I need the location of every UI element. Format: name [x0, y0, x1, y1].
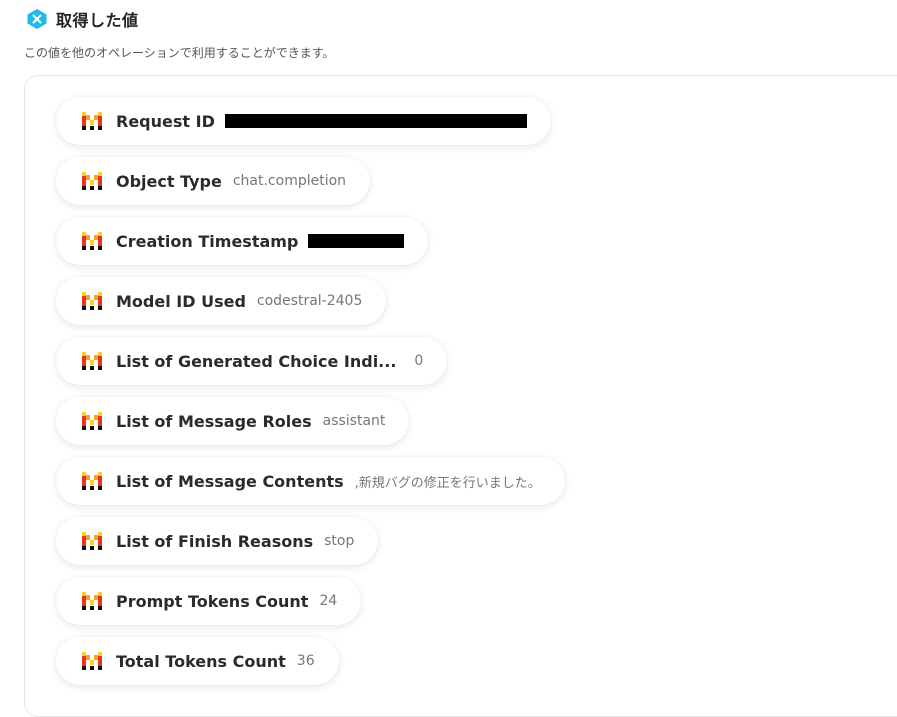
value-item-object-type[interactable]: Object Type chat.completion [56, 157, 371, 205]
mistral-m-icon [82, 112, 102, 130]
value-item-choice-indices[interactable]: List of Generated Choice Indi... 0 [56, 337, 448, 385]
item-value: 0 [414, 353, 424, 369]
item-value: 36 [296, 653, 315, 669]
item-label: List of Message Roles [116, 411, 312, 431]
item-label: Creation Timestamp [116, 231, 299, 251]
redacted-value [308, 234, 405, 248]
item-value: chat.completion [232, 173, 347, 189]
page-subtitle: この値を他のオペレーションで利用することができます。 [24, 46, 335, 60]
value-item-creation-timestamp[interactable]: Creation Timestamp [56, 217, 429, 265]
value-item-finish-reasons[interactable]: List of Finish Reasons stop [56, 517, 379, 565]
header: 取得した値 [26, 8, 139, 30]
mistral-m-icon [82, 532, 102, 550]
mistral-m-icon [82, 352, 102, 370]
item-label: Total Tokens Count [116, 651, 286, 671]
page-title: 取得した値 [56, 11, 139, 30]
item-label: Object Type [116, 171, 222, 191]
value-item-request-id[interactable]: Request ID [56, 97, 551, 145]
mistral-m-icon [82, 652, 102, 670]
item-value: assistant [322, 413, 386, 429]
item-label: Request ID [116, 111, 215, 131]
item-value: stop [324, 533, 355, 549]
item-value: codestral-2405 [256, 293, 363, 309]
value-item-model-id[interactable]: Model ID Used codestral-2405 [56, 277, 387, 325]
mistral-m-icon [82, 412, 102, 430]
value-item-message-roles[interactable]: List of Message Roles assistant [56, 397, 410, 445]
redacted-value [224, 114, 527, 128]
mistral-m-icon [82, 172, 102, 190]
mistral-m-icon [82, 232, 102, 250]
mistral-m-icon [82, 292, 102, 310]
item-label: List of Generated Choice Indi... [116, 351, 397, 371]
value-item-total-tokens[interactable]: Total Tokens Count 36 [56, 637, 339, 685]
mistral-m-icon [82, 592, 102, 610]
item-label: Prompt Tokens Count [116, 591, 309, 611]
x-badge-icon [27, 9, 47, 29]
value-list: Request ID Object Type chat.completion C… [56, 97, 565, 697]
mistral-m-icon [82, 472, 102, 490]
item-value: ,新規バグの修正を行いました。 [354, 475, 541, 491]
value-item-prompt-tokens[interactable]: Prompt Tokens Count 24 [56, 577, 362, 625]
item-value: 24 [319, 593, 338, 609]
value-item-message-contents[interactable]: List of Message Contents ,新規バグの修正を行いました。 [56, 457, 565, 505]
item-label: Model ID Used [116, 291, 246, 311]
item-label: List of Finish Reasons [116, 531, 314, 551]
item-label: List of Message Contents [116, 471, 344, 491]
